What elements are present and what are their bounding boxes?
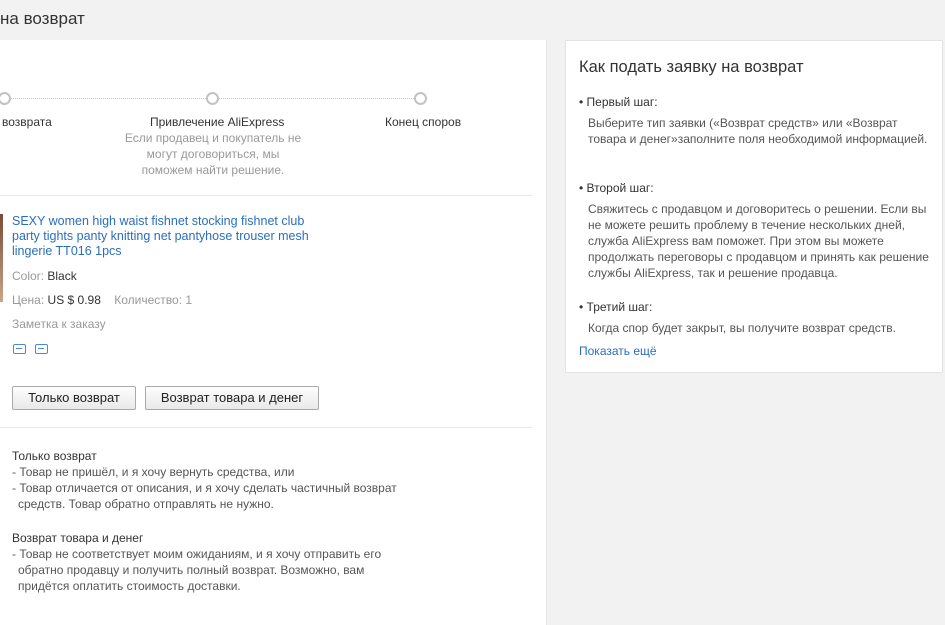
help-step-label-3: • Третий шаг: [579, 300, 653, 314]
step-dot-1 [0, 92, 11, 105]
snapshot-icon[interactable] [13, 344, 26, 354]
qty-label: Количество: [114, 293, 183, 307]
refund-only-info: Только возврат - Товар не пришёл, и я хо… [12, 448, 432, 512]
divider [0, 427, 532, 428]
return-refund-info: Возврат товара и денег - Товар не соотве… [12, 530, 432, 594]
price-value: US $ 0.98 [47, 293, 101, 307]
product-thumbnail[interactable] [0, 214, 3, 302]
step-label-1: возврата [2, 115, 52, 129]
help-step-text-1: Выберите тип заявки («Возврат средств» и… [588, 116, 928, 146]
info-line: придётся оплатить стоимость доставки. [18, 579, 241, 593]
help-step-label-1: • Первый шаг: [579, 95, 658, 109]
page-title: на возврат [0, 9, 85, 28]
info-line: - Товар отличается от описания, и я хочу… [12, 481, 397, 495]
help-step-text-2: Свяжитесь с продавцом и договоритесь о р… [588, 202, 929, 280]
step-dot-2 [206, 92, 219, 105]
show-more-link[interactable]: Показать ещё [579, 344, 657, 358]
divider [0, 195, 532, 196]
main-panel: возврата Привлечение AliExpress Конец сп… [0, 40, 547, 625]
help-title: Как подать заявку на возврат [579, 58, 804, 76]
refund-only-button[interactable]: Только возврат [12, 386, 136, 410]
info-title: Возврат товара и денег [12, 531, 144, 545]
order-note: Заметка к заказу [12, 317, 106, 331]
return-refund-button[interactable]: Возврат товара и денег [145, 386, 319, 410]
help-step-label-2: • Второй шаг: [579, 181, 654, 195]
product-price-qty: Цена: US $ 0.98 Количество: 1 [12, 293, 192, 307]
info-line: - Товар не соответствует моим ожиданиям,… [12, 547, 382, 561]
info-line: обратно продавцу и получить полный возвр… [18, 563, 365, 577]
info-line: - Товар не пришёл, и я хочу вернуть сред… [12, 465, 295, 479]
product-title-link[interactable]: SEXY women high waist fishnet stocking f… [12, 214, 312, 259]
color-value: Black [47, 269, 77, 283]
order-details-icon[interactable] [35, 344, 48, 354]
help-panel: Как подать заявку на возврат • Первый ша… [565, 40, 943, 373]
product-color: Color: Black [12, 269, 77, 283]
info-line: средств. Товар обратно отправлять не нуж… [18, 497, 274, 511]
step-dot-3 [414, 92, 427, 105]
step-label-3: Конец споров [385, 115, 462, 129]
step-description: Если продавец и покупатель не могут дого… [124, 131, 302, 177]
help-step-text-3: Когда спор будет закрыт, вы получите воз… [588, 321, 896, 335]
step-label-2: Привлечение AliExpress [150, 115, 285, 129]
price-label: Цена: [12, 293, 45, 307]
info-title: Только возврат [12, 449, 97, 463]
qty-value: 1 [185, 293, 193, 307]
color-label: Color: [12, 269, 45, 283]
